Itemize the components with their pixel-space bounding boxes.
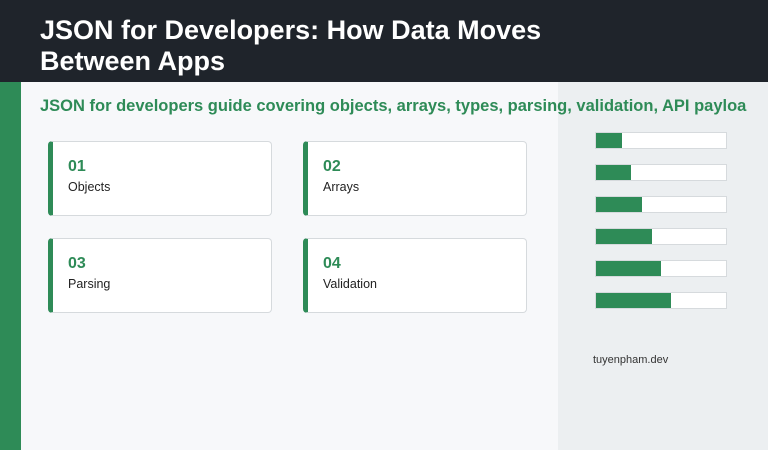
- card-label: Arrays: [323, 180, 360, 194]
- topic-card-parsing[interactable]: 03 Parsing: [48, 238, 272, 313]
- progress-bar-2: [595, 164, 727, 181]
- card-number: 03: [68, 255, 86, 272]
- card-number: 01: [68, 158, 86, 175]
- left-accent-bar: [0, 82, 21, 450]
- page-subtitle: JSON for developers guide covering objec…: [40, 97, 747, 115]
- card-number: 02: [323, 158, 341, 175]
- topic-card-arrays[interactable]: 02 Arrays: [303, 141, 527, 216]
- progress-fill: [596, 133, 622, 148]
- progress-bar-4: [595, 228, 727, 245]
- progress-fill: [596, 229, 652, 244]
- card-number: 04: [323, 255, 341, 272]
- progress-bar-3: [595, 196, 727, 213]
- progress-bar-5: [595, 260, 727, 277]
- card-label: Validation: [323, 277, 377, 291]
- progress-fill: [596, 293, 672, 308]
- card-label: Parsing: [68, 277, 111, 291]
- site-domain: tuyenpham.dev: [593, 354, 669, 366]
- progress-fill: [596, 261, 661, 276]
- topic-card-objects[interactable]: 01 Objects: [48, 141, 272, 216]
- progress-fill: [596, 165, 632, 180]
- progress-bar-6: [595, 292, 727, 309]
- card-label: Objects: [68, 180, 111, 194]
- topic-card-validation[interactable]: 04 Validation: [303, 238, 527, 313]
- page-title: JSON for Developers: How Data Moves Betw…: [40, 15, 542, 76]
- progress-bar-1: [595, 132, 727, 149]
- header-bar: JSON for Developers: How Data Moves Betw…: [0, 0, 768, 82]
- progress-fill: [596, 197, 642, 212]
